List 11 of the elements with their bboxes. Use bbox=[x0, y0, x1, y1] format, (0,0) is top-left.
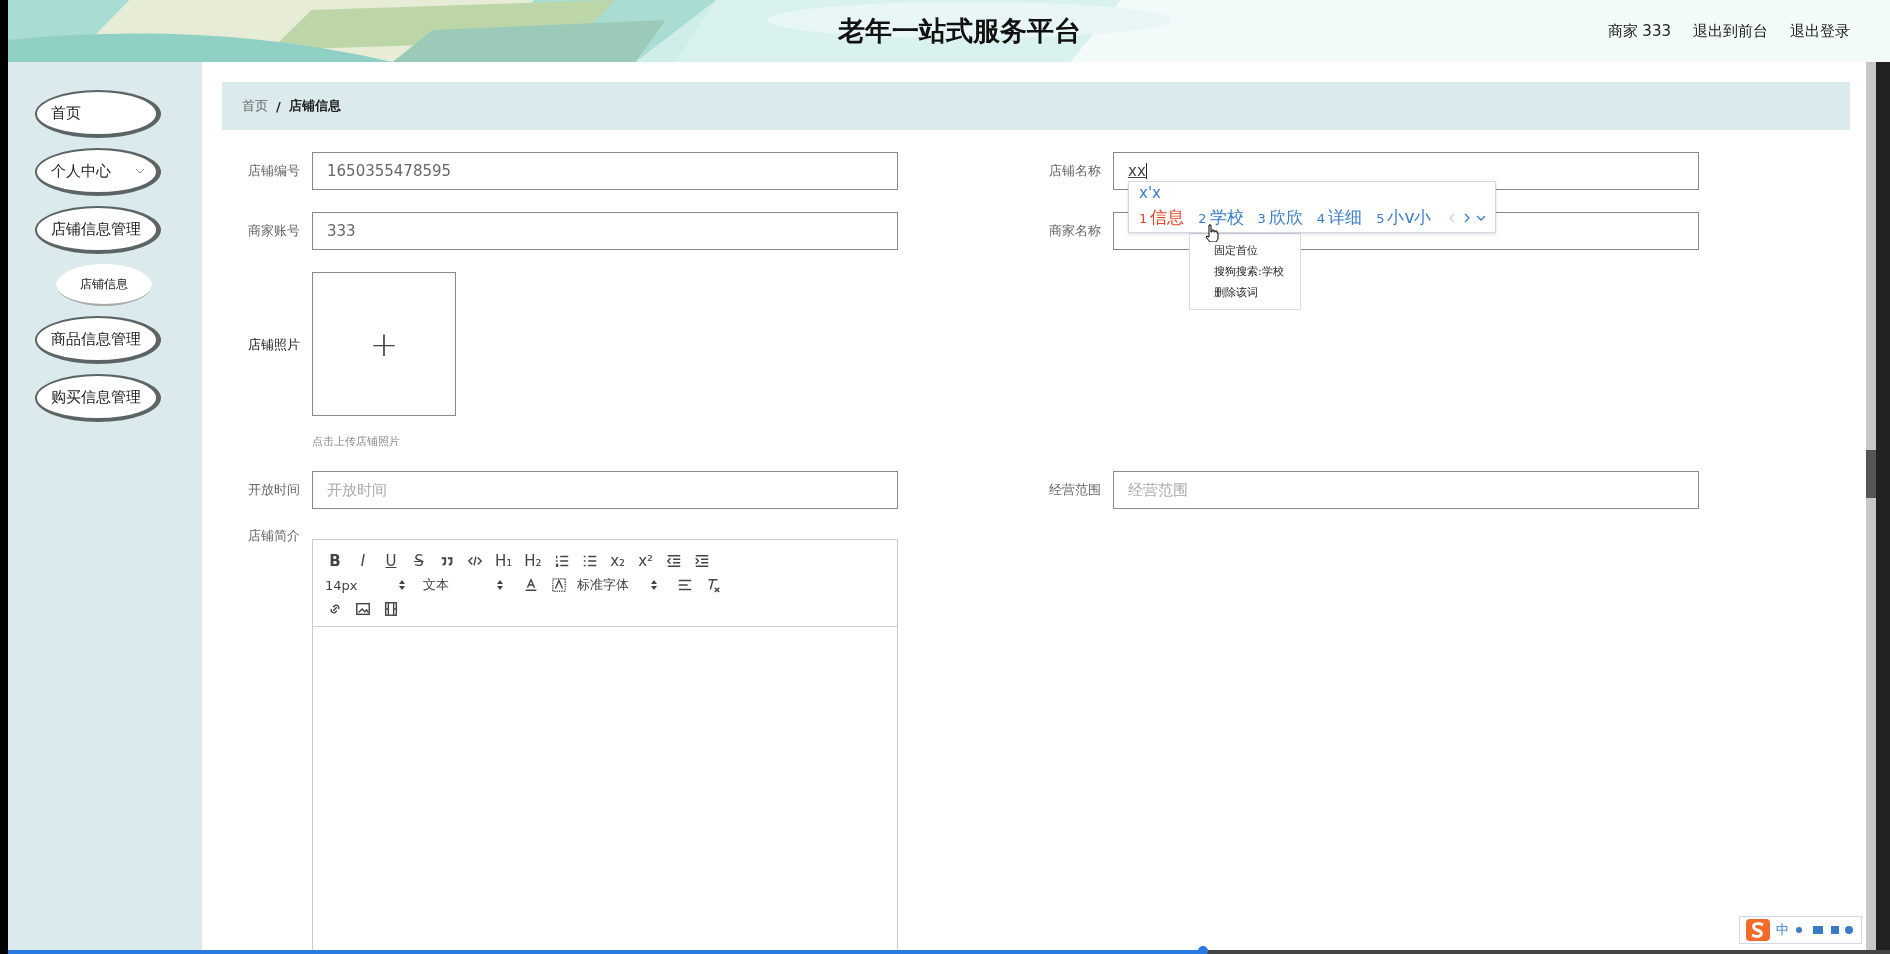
field-label: 店铺照片 bbox=[247, 336, 301, 354]
field-label: 经营范围 bbox=[1048, 481, 1102, 499]
field-label: 店铺简介 bbox=[247, 527, 301, 545]
field-label: 开放时间 bbox=[247, 481, 301, 499]
field-label: 店铺名称 bbox=[1048, 162, 1102, 180]
field-label: 店铺编号 bbox=[247, 162, 301, 180]
upload-hint: 点击上传店铺照片 bbox=[312, 434, 401, 449]
field-label: 商家名称 bbox=[1048, 222, 1102, 240]
field-label: 商家账号 bbox=[247, 222, 301, 240]
site-title: 老年一站式服务平台 bbox=[837, 14, 1081, 48]
breadcrumb-separator: / bbox=[276, 98, 281, 114]
